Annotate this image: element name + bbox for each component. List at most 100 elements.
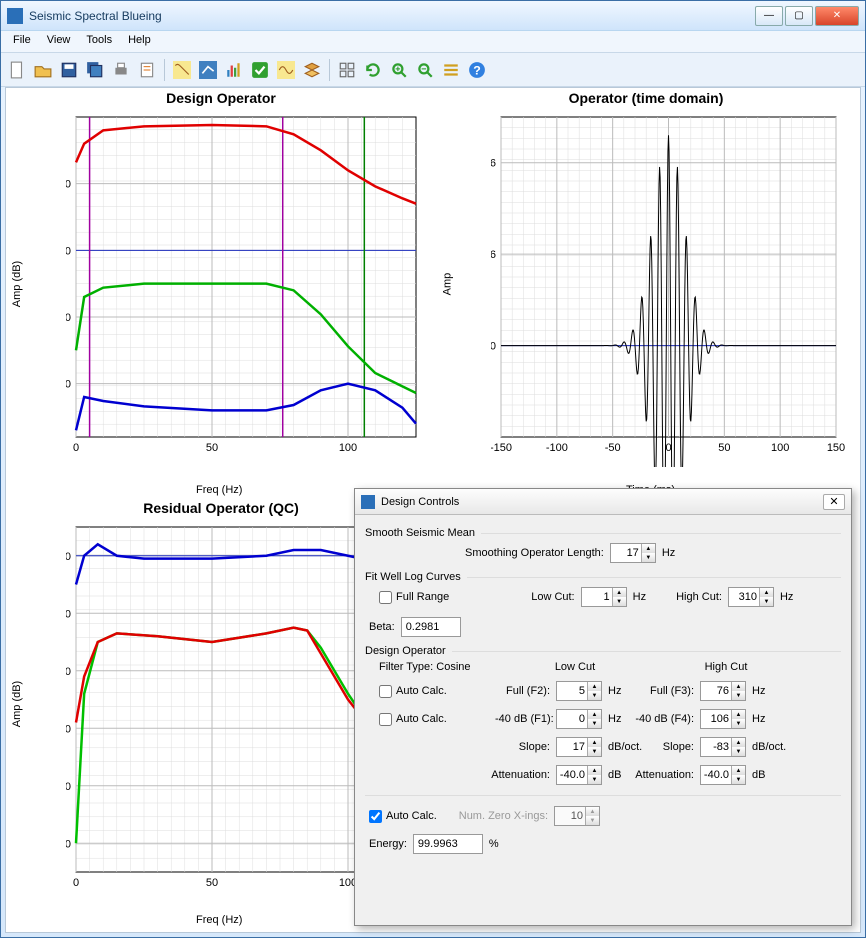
- autocalc1-checkbox[interactable]: Auto Calc.: [379, 685, 489, 698]
- menu-view[interactable]: View: [39, 31, 79, 52]
- spin-down-icon[interactable]: ▼: [731, 747, 745, 756]
- att2-input[interactable]: [701, 766, 731, 784]
- design-controls-dialog[interactable]: Design Controls ✕ Smooth Seismic Mean Sm…: [354, 488, 852, 926]
- sine-icon[interactable]: [274, 58, 298, 82]
- eq-icon[interactable]: [222, 58, 246, 82]
- maximize-button[interactable]: ▢: [785, 6, 813, 26]
- spin-down-icon[interactable]: ▼: [587, 691, 601, 700]
- f4-spinner[interactable]: ▲▼: [700, 709, 746, 729]
- y-axis-label: Amp (dB): [11, 261, 23, 307]
- report-icon[interactable]: [135, 58, 159, 82]
- separator: [329, 59, 330, 81]
- grid-icon[interactable]: [335, 58, 359, 82]
- spin-up-icon[interactable]: ▲: [587, 682, 601, 691]
- att1-label: Attenuation:: [485, 769, 550, 781]
- lowcut-spinner[interactable]: ▲▼: [581, 587, 627, 607]
- slope2-spinner[interactable]: ▲▼: [700, 737, 746, 757]
- spin-down-icon[interactable]: ▼: [731, 719, 745, 728]
- menu-file[interactable]: File: [5, 31, 39, 52]
- f2-spinner[interactable]: ▲▼: [556, 681, 602, 701]
- smoothing-length-unit: Hz: [662, 547, 675, 559]
- spin-up-icon[interactable]: ▲: [587, 766, 601, 775]
- lowcut-input[interactable]: [582, 588, 612, 606]
- zoom-in-icon[interactable]: [387, 58, 411, 82]
- spin-up-icon[interactable]: ▲: [731, 710, 745, 719]
- bars-icon[interactable]: [439, 58, 463, 82]
- autocalc-x-checkbox[interactable]: Auto Calc.: [369, 810, 437, 823]
- spin-up-icon[interactable]: ▲: [641, 544, 655, 553]
- zero-xings-label: Num. Zero X-ings:: [459, 810, 548, 822]
- spin-down-icon[interactable]: ▼: [731, 775, 745, 784]
- autocalc1-input[interactable]: [379, 685, 392, 698]
- zoom-out-icon[interactable]: [413, 58, 437, 82]
- full-range-input[interactable]: [379, 591, 392, 604]
- dialog-close-button[interactable]: ✕: [823, 494, 845, 510]
- print-icon[interactable]: [109, 58, 133, 82]
- separator: [164, 59, 165, 81]
- spin-down-icon[interactable]: ▼: [641, 553, 655, 562]
- autocalc-x-label: Auto Calc.: [386, 810, 437, 822]
- chart-canvas[interactable]: -150-100-5005010015001e-062e-06: [491, 112, 846, 467]
- att1-input[interactable]: [557, 766, 587, 784]
- highcut-header: High Cut: [651, 661, 801, 673]
- f1-input[interactable]: [557, 710, 587, 728]
- new-icon[interactable]: [5, 58, 29, 82]
- spin-down-icon[interactable]: ▼: [612, 597, 626, 606]
- menu-help[interactable]: Help: [120, 31, 159, 52]
- menu-tools[interactable]: Tools: [78, 31, 120, 52]
- minimize-button[interactable]: —: [755, 6, 783, 26]
- titlebar[interactable]: Seismic Spectral Blueing — ▢ ✕: [1, 1, 865, 31]
- spin-down-icon[interactable]: ▼: [587, 747, 601, 756]
- spin-down-icon[interactable]: ▼: [759, 597, 773, 606]
- open-icon[interactable]: [31, 58, 55, 82]
- slope1-spinner[interactable]: ▲▼: [556, 737, 602, 757]
- spin-up-icon[interactable]: ▲: [587, 738, 601, 747]
- smoothing-length-label: Smoothing Operator Length:: [465, 547, 604, 559]
- full-range-checkbox[interactable]: Full Range: [379, 591, 449, 604]
- spin-up-icon[interactable]: ▲: [731, 682, 745, 691]
- save-all-icon[interactable]: [83, 58, 107, 82]
- autocalc2-input[interactable]: [379, 713, 392, 726]
- x-axis-label: Freq (Hz): [196, 484, 242, 496]
- f3-input[interactable]: [701, 682, 731, 700]
- check-icon[interactable]: [248, 58, 272, 82]
- y-axis-label: Amp (dB): [11, 681, 23, 727]
- x-axis-label: Freq (Hz): [196, 914, 242, 926]
- svg-text:-100: -100: [66, 379, 71, 391]
- f4-input[interactable]: [701, 710, 731, 728]
- highcut-spinner[interactable]: ▲▼: [728, 587, 774, 607]
- smoothing-length-spinner[interactable]: ▲▼: [610, 543, 656, 563]
- wave-icon[interactable]: [170, 58, 194, 82]
- f3-spinner[interactable]: ▲▼: [700, 681, 746, 701]
- f2-input[interactable]: [557, 682, 587, 700]
- chart-title: Operator (time domain): [436, 88, 856, 108]
- close-button[interactable]: ✕: [815, 6, 859, 26]
- att1-spinner[interactable]: ▲▼: [556, 765, 602, 785]
- refresh-icon[interactable]: [361, 58, 385, 82]
- smoothing-length-input[interactable]: [611, 544, 641, 562]
- layers-icon[interactable]: [300, 58, 324, 82]
- chart-canvas[interactable]: 050100-100-50050: [66, 112, 426, 467]
- autocalc2-checkbox[interactable]: Auto Calc.: [379, 713, 489, 726]
- spin-up-icon[interactable]: ▲: [731, 766, 745, 775]
- highcut-input[interactable]: [729, 588, 759, 606]
- help-icon[interactable]: ?: [465, 58, 489, 82]
- slope2-input[interactable]: [701, 738, 731, 756]
- plot-icon[interactable]: [196, 58, 220, 82]
- f1-spinner[interactable]: ▲▼: [556, 709, 602, 729]
- dialog-titlebar[interactable]: Design Controls ✕: [355, 489, 851, 515]
- save-icon[interactable]: [57, 58, 81, 82]
- spin-up-icon[interactable]: ▲: [587, 710, 601, 719]
- beta-input[interactable]: [401, 617, 461, 637]
- lowcut-header: Low Cut: [505, 661, 645, 673]
- spin-up-icon[interactable]: ▲: [612, 588, 626, 597]
- spin-down-icon[interactable]: ▼: [587, 775, 601, 784]
- spin-down-icon[interactable]: ▼: [731, 691, 745, 700]
- spin-down-icon[interactable]: ▼: [587, 719, 601, 728]
- slope1-input[interactable]: [557, 738, 587, 756]
- spin-up-icon[interactable]: ▲: [731, 738, 745, 747]
- energy-input[interactable]: [413, 834, 483, 854]
- spin-up-icon[interactable]: ▲: [759, 588, 773, 597]
- att2-spinner[interactable]: ▲▼: [700, 765, 746, 785]
- autocalc-x-input[interactable]: [369, 810, 382, 823]
